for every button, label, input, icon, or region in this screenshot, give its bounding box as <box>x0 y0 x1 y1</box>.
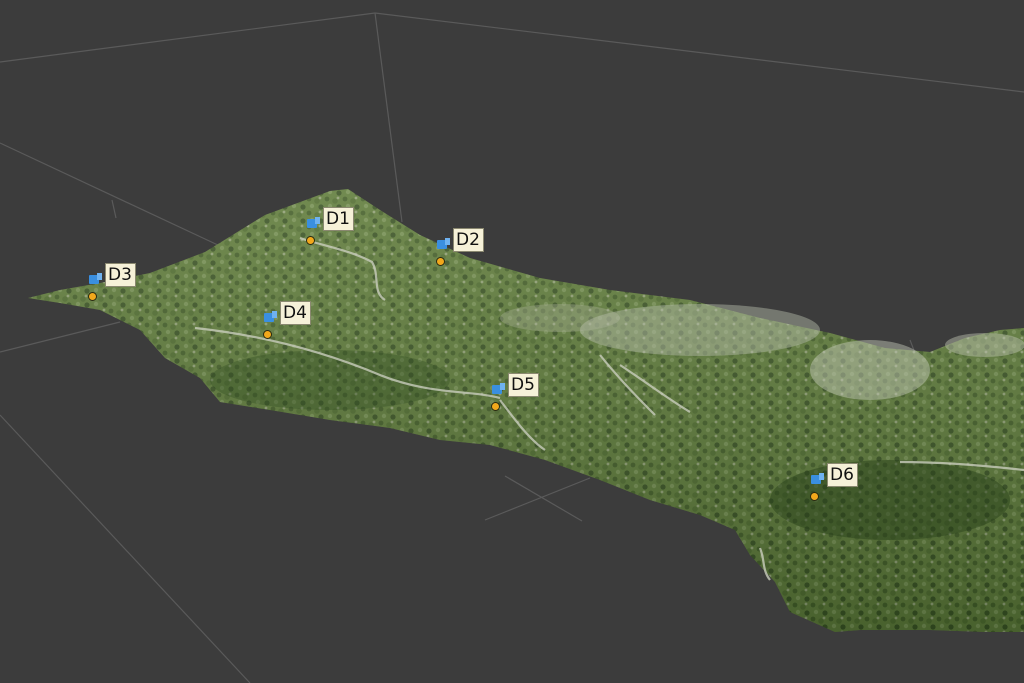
marker-d4[interactable]: D4 <box>263 301 311 339</box>
marker-label: D3 <box>105 263 136 287</box>
marker-label: D1 <box>323 207 354 231</box>
ground-control-point <box>810 492 819 501</box>
ground-control-point <box>436 257 445 266</box>
3d-viewport[interactable]: D1 D2 D3 D4 D5 D6 <box>0 0 1024 683</box>
marker-label: D6 <box>827 463 858 487</box>
marker-d6[interactable]: D6 <box>810 463 858 501</box>
camera-flag-icon <box>492 383 505 395</box>
marker-d2[interactable]: D2 <box>436 228 484 266</box>
camera-flag-icon <box>437 238 450 250</box>
marker-label: D5 <box>508 373 539 397</box>
marker-d1[interactable]: D1 <box>306 207 354 245</box>
ground-control-point <box>491 402 500 411</box>
marker-label: D2 <box>453 228 484 252</box>
ground-control-point <box>306 236 315 245</box>
marker-label: D4 <box>280 301 311 325</box>
camera-flag-icon <box>264 311 277 323</box>
marker-d3[interactable]: D3 <box>88 263 136 301</box>
camera-flag-icon <box>89 273 102 285</box>
point-cloud-scene[interactable] <box>0 0 1024 683</box>
ground-control-point <box>88 292 97 301</box>
camera-flag-icon <box>307 217 320 229</box>
ground-control-point <box>263 330 272 339</box>
terrain-point-cloud <box>28 189 1024 632</box>
camera-flag-icon <box>811 473 824 485</box>
marker-d5[interactable]: D5 <box>491 373 539 411</box>
